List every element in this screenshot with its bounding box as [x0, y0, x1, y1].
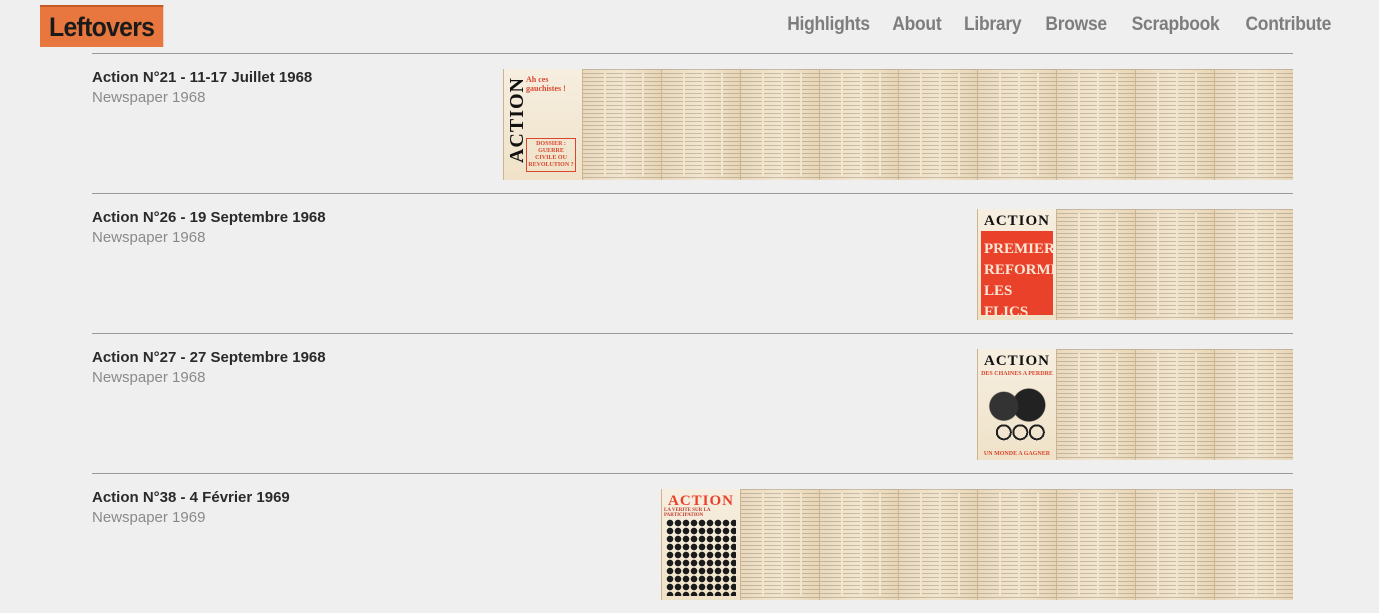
- cover-illustration: [984, 383, 1050, 441]
- page-strip[interactable]: ACTION PREMIERE REFORME: LES FLICS: [977, 209, 1293, 320]
- page-thumbnail[interactable]: [740, 69, 819, 180]
- item-title[interactable]: Action N°21 - 11-17 Juillet 1968: [92, 69, 312, 86]
- list-item[interactable]: Action N°21 - 11-17 Juillet 1968 Newspap…: [92, 53, 1293, 193]
- cover-headline: Ah ces gauchistes !: [526, 75, 566, 93]
- page-thumbnail[interactable]: [1135, 209, 1214, 320]
- site-header: Leftovers Highlights About Library Brows…: [0, 0, 1379, 54]
- nav-library[interactable]: Library: [964, 14, 1022, 36]
- nav-highlights[interactable]: Highlights: [787, 14, 870, 36]
- item-title[interactable]: Action N°38 - 4 Février 1969: [92, 489, 290, 506]
- page-thumbnail[interactable]: [1135, 489, 1214, 600]
- list-item[interactable]: Action N°38 - 4 Février 1969 Newspaper 1…: [92, 473, 1293, 613]
- page-thumbnail[interactable]: [977, 489, 1056, 600]
- site-logo[interactable]: Leftovers: [40, 5, 164, 47]
- page-thumbnail[interactable]: [1214, 69, 1293, 180]
- nav-browse[interactable]: Browse: [1045, 14, 1107, 36]
- cover-illustration: [666, 519, 736, 596]
- cover-thumbnail[interactable]: ACTION LA VERITE SUR LA PARTICIPATION: [661, 489, 740, 600]
- cover-thumbnail[interactable]: ACTION DES CHAINES A PERDRE UN MONDE A G…: [977, 349, 1056, 460]
- page-thumbnail[interactable]: [1214, 489, 1293, 600]
- page-thumbnail[interactable]: [740, 489, 819, 600]
- cover-footer: UN MONDE A GAGNER: [983, 451, 1051, 457]
- page-thumbnail[interactable]: [1056, 489, 1135, 600]
- page-strip[interactable]: ACTION LA VERITE SUR LA PARTICIPATION: [661, 489, 1293, 600]
- page-thumbnail[interactable]: [1056, 349, 1135, 460]
- cover-masthead: ACTION: [983, 213, 1050, 229]
- cover-masthead: ACTION: [983, 353, 1050, 369]
- cover-headline: DES CHAINES A PERDRE: [981, 371, 1053, 377]
- page-strip[interactable]: ACTION Ah ces gauchistes ! DOSSIER : GUE…: [503, 69, 1293, 180]
- item-subtitle: Newspaper 1968: [92, 229, 206, 246]
- item-subtitle: Newspaper 1968: [92, 369, 206, 386]
- page-strip[interactable]: ACTION DES CHAINES A PERDRE UN MONDE A G…: [977, 349, 1293, 460]
- list-item[interactable]: Action N°27 - 27 Septembre 1968 Newspape…: [92, 333, 1293, 473]
- page-thumbnail[interactable]: [898, 489, 977, 600]
- list-item[interactable]: Action N°26 - 19 Septembre 1968 Newspape…: [92, 193, 1293, 333]
- page-thumbnail[interactable]: [819, 69, 898, 180]
- main-nav: Highlights About Library Browse Scrapboo…: [762, 14, 1331, 36]
- item-subtitle: Newspaper 1969: [92, 509, 206, 526]
- cover-headline: LA VERITE SUR LA PARTICIPATION: [664, 508, 711, 518]
- cover-headline: PREMIERE REFORME: LES FLICS: [981, 231, 1056, 320]
- item-subtitle: Newspaper 1968: [92, 89, 206, 106]
- cover-box-text: DOSSIER : GUERRE CIVILE OU REVOLUTION ?: [526, 138, 576, 172]
- page-thumbnail[interactable]: [582, 69, 661, 180]
- page-thumbnail[interactable]: [1135, 349, 1214, 460]
- page-thumbnail[interactable]: [1214, 349, 1293, 460]
- cover-thumbnail[interactable]: ACTION Ah ces gauchistes ! DOSSIER : GUE…: [503, 69, 582, 180]
- page-thumbnail[interactable]: [898, 69, 977, 180]
- item-title[interactable]: Action N°27 - 27 Septembre 1968: [92, 349, 326, 366]
- page-thumbnail[interactable]: [1056, 209, 1135, 320]
- item-title[interactable]: Action N°26 - 19 Septembre 1968: [92, 209, 326, 226]
- page-thumbnail[interactable]: [1056, 69, 1135, 180]
- page-thumbnail[interactable]: [819, 489, 898, 600]
- library-list: Action N°21 - 11-17 Juillet 1968 Newspap…: [92, 53, 1293, 613]
- page-thumbnail[interactable]: [1135, 69, 1214, 180]
- nav-contribute[interactable]: Contribute: [1245, 14, 1331, 36]
- page-thumbnail[interactable]: [977, 69, 1056, 180]
- cover-thumbnail[interactable]: ACTION PREMIERE REFORME: LES FLICS: [977, 209, 1056, 320]
- nav-scrapbook[interactable]: Scrapbook: [1132, 14, 1220, 36]
- page-thumbnail[interactable]: [1214, 209, 1293, 320]
- nav-about[interactable]: About: [892, 14, 941, 36]
- page-thumbnail[interactable]: [661, 69, 740, 180]
